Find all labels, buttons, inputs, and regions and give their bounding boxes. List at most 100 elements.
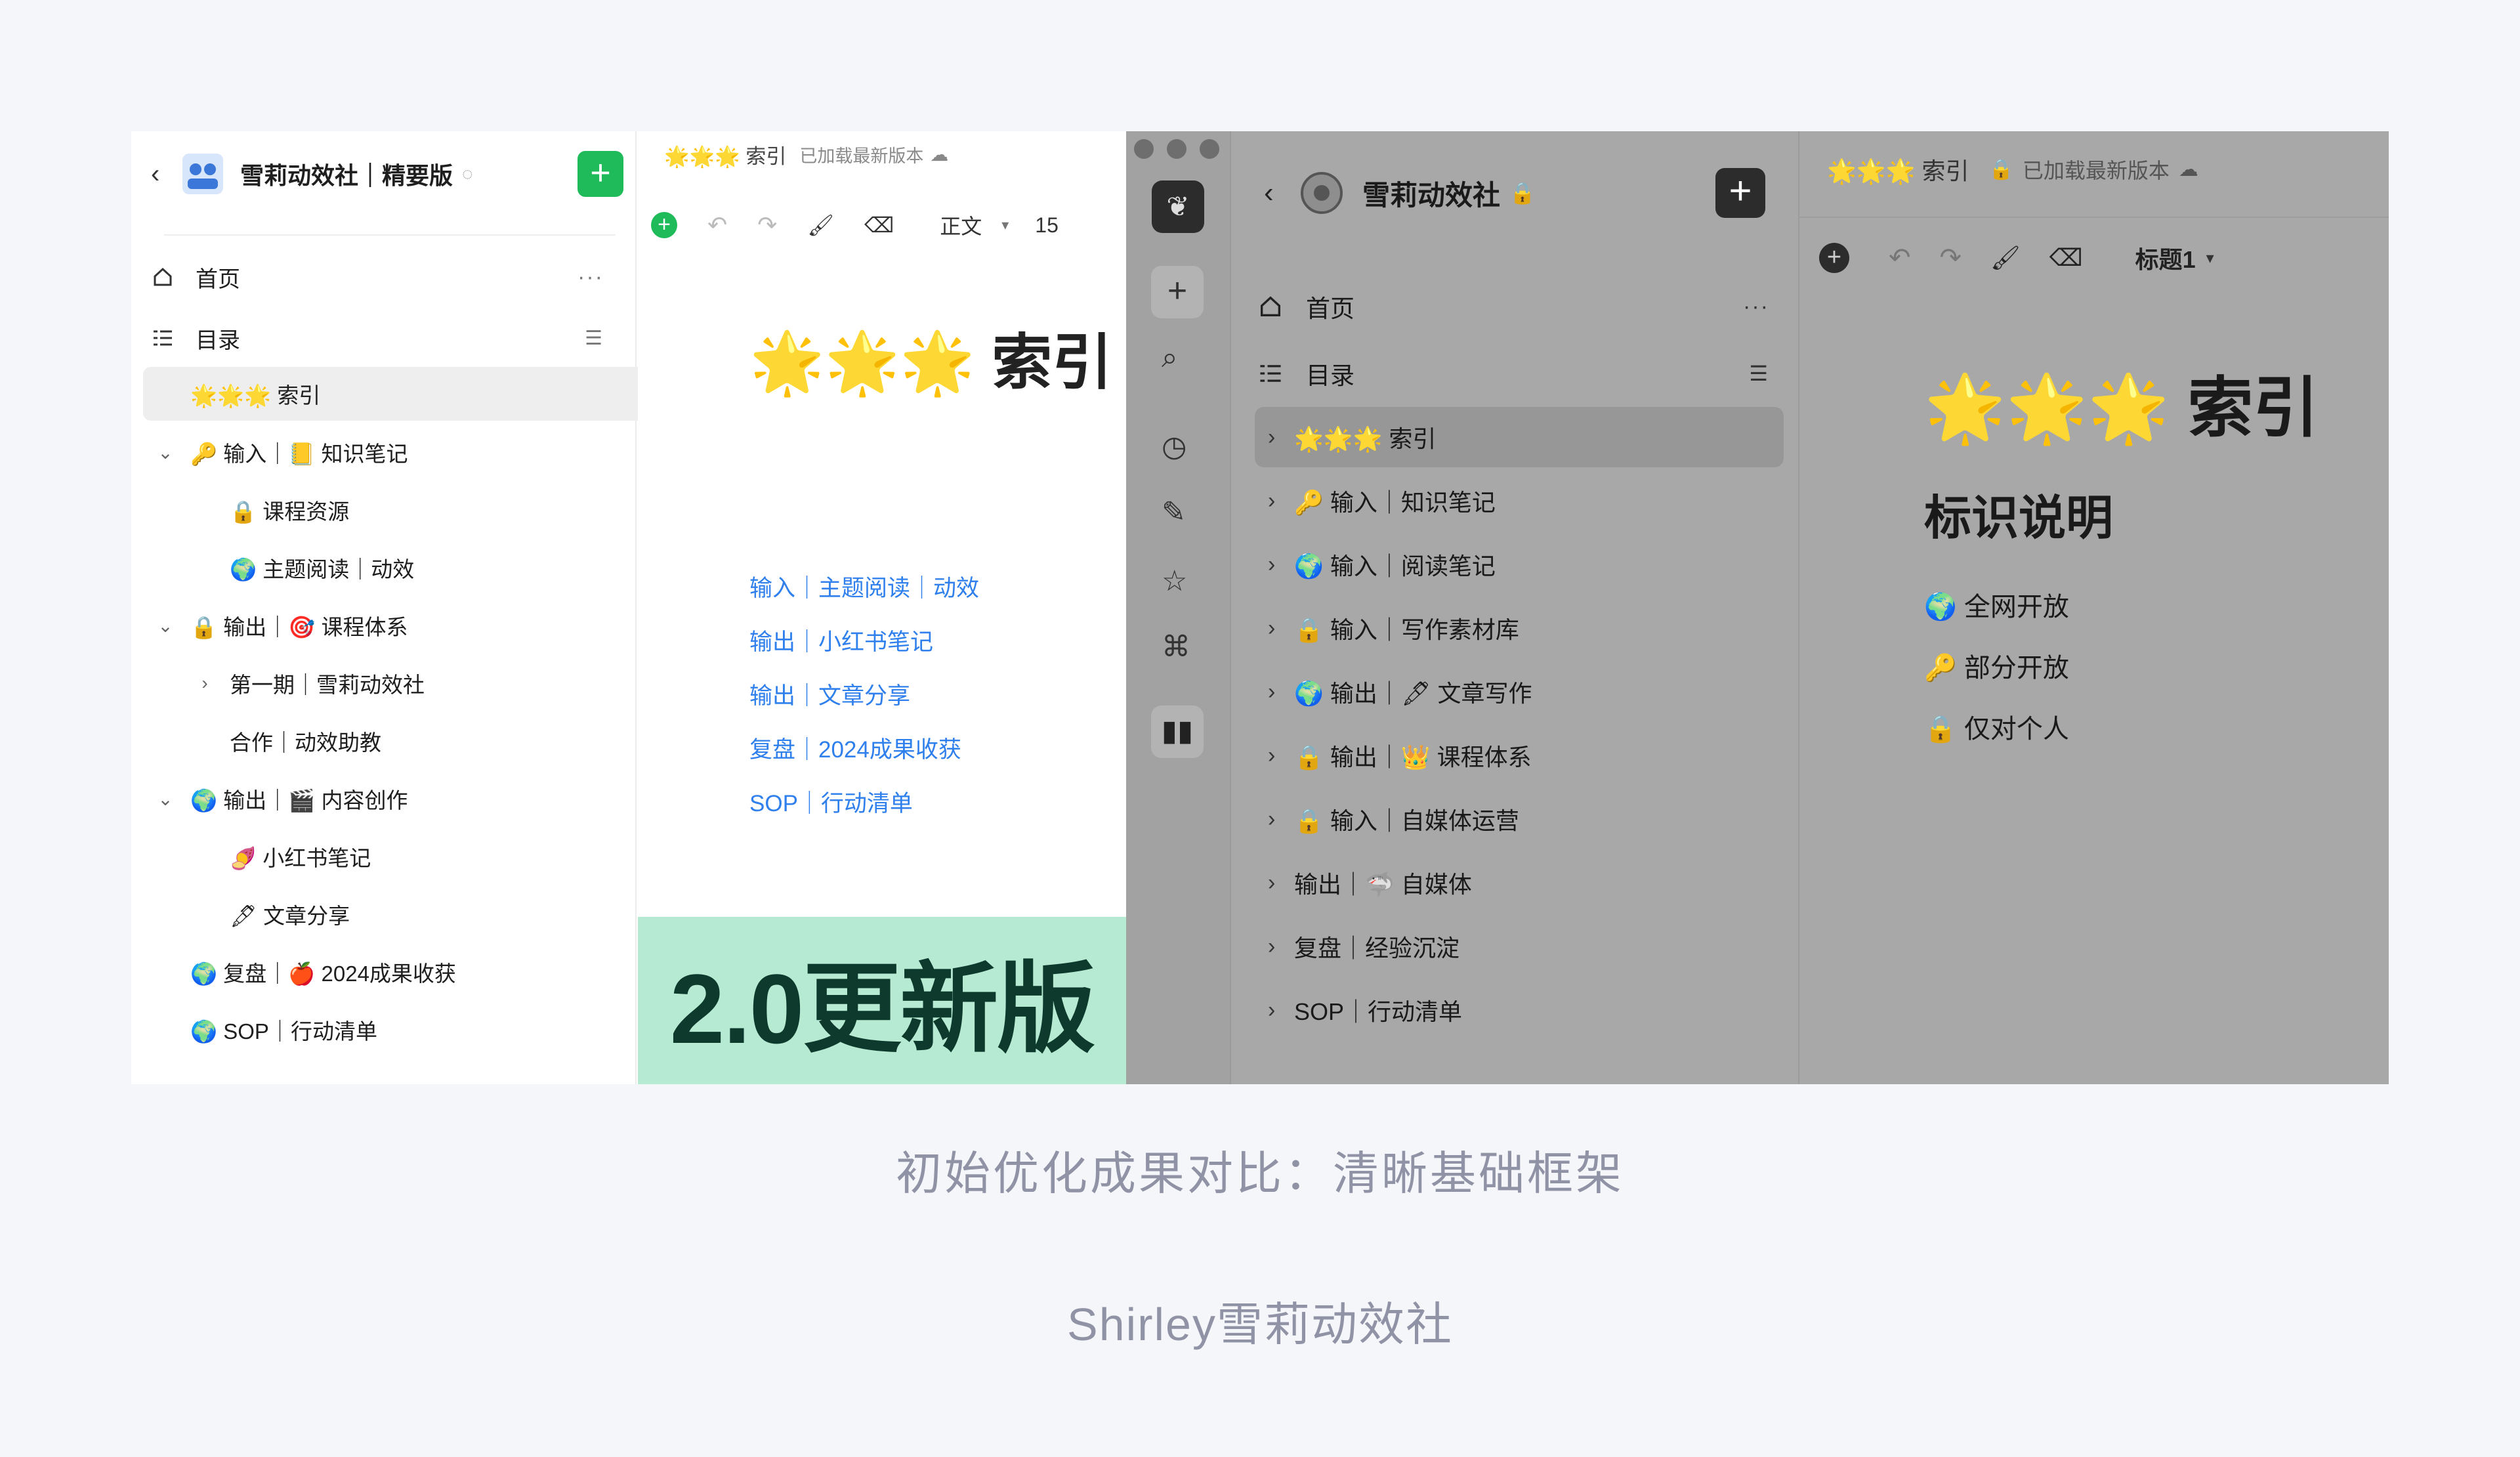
window-minimize-button[interactable] [1167, 139, 1186, 159]
chevron-right-icon[interactable]: › [1268, 743, 1294, 769]
tree-item[interactable]: › 🔒 输出｜👑 课程体系 [1255, 725, 1784, 786]
toc-toggle-icon[interactable]: ☰ [585, 327, 604, 350]
tree-item[interactable]: › 🔒 输入｜自媒体运营 [1255, 789, 1784, 849]
book-icon[interactable]: ▮▮ [1151, 706, 1204, 758]
toc-toggle-icon[interactable]: ☰ [1749, 361, 1769, 386]
tree-item-label: 复盘｜经验沉淀 [1294, 935, 1460, 961]
nav-toc[interactable]: 目录 ☰ [151, 312, 623, 364]
chevron-down-icon[interactable]: ▾ [2206, 249, 2214, 268]
credit-caption: Shirley雪莉动效社 [1067, 1299, 1453, 1350]
header-divider [1799, 217, 2389, 218]
search-icon[interactable]: ⌕ [1162, 341, 1194, 374]
tree-item[interactable]: 🌍 主题阅读｜动效 [143, 541, 710, 595]
insert-button[interactable]: + [1819, 243, 1849, 273]
text-style-select[interactable]: 标题1 [2135, 241, 2196, 275]
tree-item-label: 🌟🌟🌟 索引 [190, 383, 321, 408]
tree-item[interactable]: › SOP｜行动清单 [1255, 980, 1784, 1040]
tree-item[interactable]: 🔒 课程资源 [143, 483, 710, 537]
doc-link[interactable]: 输入｜主题阅读｜动效 [749, 570, 979, 603]
tree-item[interactable]: 合作｜动效助教 [143, 714, 710, 768]
add-button[interactable]: + [1715, 168, 1765, 218]
chevron-right-icon[interactable]: › [1268, 998, 1294, 1023]
tree-item[interactable]: 🖋 文章分享 [143, 887, 710, 941]
tree-item-label: 🌍 SOP｜行动清单 [190, 1019, 377, 1044]
tree-item-label: 🔑 输入｜知识笔记 [1294, 489, 1496, 516]
window-zoom-button[interactable] [1200, 139, 1219, 159]
chevron-right-icon[interactable]: › [1268, 870, 1294, 896]
format-painter-icon[interactable]: 🖌 [807, 213, 834, 238]
tree-item-label: 🌟🌟🌟 索引 [1294, 425, 1437, 452]
doc-link[interactable]: 复盘｜2024成果收获 [749, 731, 961, 765]
tree-item[interactable]: 🌍 SOP｜行动清单 [143, 1003, 671, 1057]
tree-item-label: 🔒 输出｜🎯 课程体系 [190, 615, 408, 639]
chevron-down-icon[interactable]: ⌄ [158, 442, 173, 463]
chevron-right-icon[interactable]: › [1268, 679, 1294, 705]
tree-item[interactable]: › 🌟🌟🌟 索引 [1255, 407, 1784, 467]
app-logo-icon[interactable]: ❦ [1152, 180, 1204, 233]
right-app-window: ❦ + ⌕ ◷ ✎ ☆ ⌘ ▮▮ ‹ 雪莉动效社 🔒 + 首页 ··· 目录 ☰ [1126, 131, 2389, 1084]
tree-item[interactable]: › 🌍 输入｜阅读笔记 [1255, 534, 1784, 595]
eraser-icon[interactable]: ⌫ [864, 213, 894, 238]
sync-status: 已加载最新版本 [799, 146, 924, 166]
tree-item[interactable]: 🌟🌟🌟 索引 [143, 367, 671, 421]
redo-icon[interactable]: ↷ [757, 211, 777, 239]
breadcrumb[interactable]: 🌟🌟🌟 索引 [664, 140, 786, 169]
tree-item[interactable]: 🌍 复盘｜🍎 2024成果收获 [143, 945, 671, 999]
font-size-select[interactable]: 15 [1035, 213, 1059, 238]
text-style-select[interactable]: 正文 [940, 210, 982, 240]
tree-item[interactable]: › 🔑 输入｜知识笔记 [1255, 471, 1784, 531]
redo-icon[interactable]: ↷ [1940, 243, 1962, 273]
nav-toc[interactable]: 目录 ☰ [1257, 344, 1769, 403]
chevron-right-icon[interactable]: › [1268, 488, 1294, 514]
nav-home[interactable]: 首页 ··· [151, 251, 623, 303]
undo-icon[interactable]: ↶ [1889, 243, 1911, 273]
back-chevron-icon[interactable]: ‹ [151, 159, 171, 189]
workspace-title: 雪莉动效社 [1362, 179, 1501, 211]
feather-icon[interactable]: ✎ [1162, 496, 1194, 528]
nav-home[interactable]: 首页 ··· [1257, 277, 1769, 336]
tree-item[interactable]: › 🔒 输入｜写作素材库 [1255, 598, 1784, 658]
back-chevron-icon[interactable]: ‹ [1264, 177, 1290, 209]
more-icon[interactable]: ··· [1743, 294, 1769, 320]
format-painter-icon[interactable]: 🖌 [1990, 244, 2021, 272]
undo-icon[interactable]: ↶ [707, 211, 727, 239]
tree-item[interactable]: 🍠 小红书笔记 [143, 830, 710, 883]
tree-item[interactable]: ⌄ 🌍 输出｜🎬 内容创作 [143, 772, 638, 826]
home-icon [1261, 296, 1280, 316]
add-button[interactable]: + [578, 151, 623, 197]
eraser-icon[interactable]: ⌫ [2049, 244, 2083, 272]
insert-button[interactable]: + [651, 212, 677, 238]
doc-subheading: 标识说明 [1924, 492, 2114, 545]
tree-item[interactable]: › 输出｜🦈 自媒体 [1255, 853, 1784, 913]
version-badge: 2.0更新版 [638, 917, 1126, 1084]
doc-link[interactable]: SOP｜行动清单 [749, 785, 913, 818]
tree-item-label: 🔒 输出｜👑 课程体系 [1294, 744, 1532, 771]
chevron-right-icon[interactable]: › [197, 673, 213, 694]
doc-link[interactable]: 输出｜文章分享 [749, 677, 910, 711]
nav-home-label: 首页 [1306, 295, 1354, 322]
chevron-right-icon[interactable]: › [1268, 807, 1294, 832]
clock-icon[interactable]: ◷ [1162, 430, 1194, 463]
tree-item[interactable]: › 复盘｜经验沉淀 [1255, 916, 1784, 977]
chevron-down-icon[interactable]: ▾ [1001, 217, 1009, 234]
window-close-button[interactable] [1134, 139, 1154, 159]
chevron-down-icon[interactable]: ⌄ [158, 615, 173, 637]
tree-item[interactable]: › 第一期｜雪莉动效社 [143, 656, 677, 710]
tree-item[interactable]: › 🌍 输出｜🖋 文章写作 [1255, 662, 1784, 722]
chevron-right-icon[interactable]: › [1268, 552, 1294, 578]
star-icon[interactable]: ☆ [1162, 564, 1194, 597]
doc-link[interactable]: 输出｜小红书笔记 [749, 623, 933, 657]
more-icon[interactable]: ··· [578, 264, 604, 290]
chevron-right-icon[interactable]: › [1268, 425, 1294, 450]
chevron-right-icon[interactable]: › [1268, 934, 1294, 960]
apps-icon[interactable]: ⌘ [1162, 630, 1194, 663]
comparison-caption: 初始优化成果对比：清晰基础框架 [896, 1148, 1624, 1199]
breadcrumb[interactable]: 🌟🌟🌟 索引 [1827, 152, 1969, 186]
chevron-down-icon[interactable]: ⌄ [158, 788, 173, 810]
new-icon[interactable]: + [1151, 266, 1204, 318]
chevron-right-icon[interactable]: › [1268, 616, 1294, 641]
nav-toc-label: 目录 [1306, 362, 1354, 389]
left-sidebar: ‹ 雪莉动效社｜精要版 ◌ + 首页 ··· 目录 ☰ 🌟🌟🌟 索引 ⌄ 🔑 输入… [131, 131, 671, 1084]
tree-item[interactable]: ⌄ 🔒 输出｜🎯 课程体系 [143, 599, 638, 652]
tree-item[interactable]: ⌄ 🔑 输入｜📒 知识笔记 [143, 425, 638, 479]
